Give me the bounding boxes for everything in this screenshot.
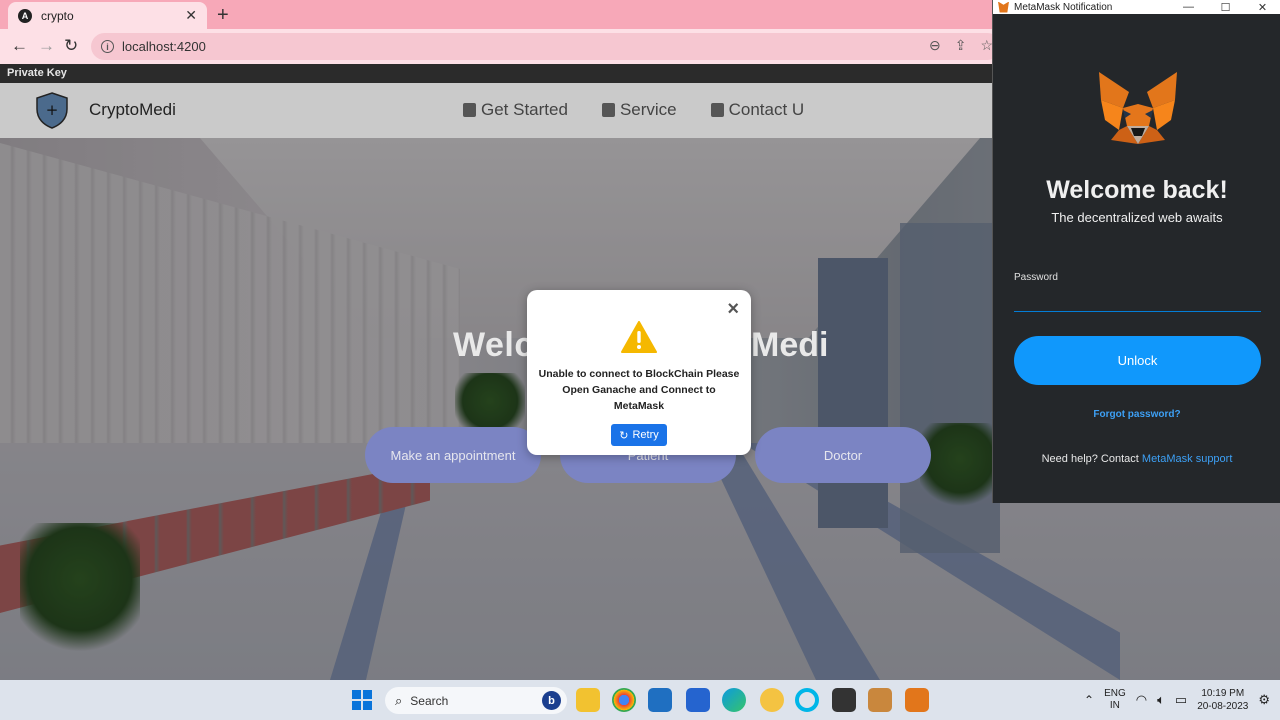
search-icon: ⌕ xyxy=(395,692,403,708)
close-tab-icon[interactable]: ✕ xyxy=(185,7,197,24)
nav-label: Get Started xyxy=(481,100,568,119)
language-indicator[interactable]: ENG IN xyxy=(1104,688,1126,712)
metamask-titlebar: MetaMask Notification — ☐ ✕ xyxy=(993,0,1280,14)
minimize-icon[interactable]: — xyxy=(1170,1,1207,13)
taskbar: ⌕ Search b ⌃ ENG IN ◠ 🔈︎ ▭ 10:19 PM 20-0… xyxy=(0,680,1280,720)
time: 10:19 PM xyxy=(1201,688,1245,699)
password-label: Password xyxy=(1014,272,1058,283)
retry-label: Retry xyxy=(632,429,659,441)
nav-contact[interactable]: Contact U xyxy=(710,100,805,120)
metamask-taskbar-icon[interactable] xyxy=(905,688,929,712)
maximize-icon[interactable]: ☐ xyxy=(1207,1,1244,14)
file-explorer-icon[interactable] xyxy=(576,688,600,712)
welcome-subtitle: The decentralized web awaits xyxy=(1051,210,1223,225)
python-icon[interactable] xyxy=(760,688,784,712)
site-info-icon[interactable]: i xyxy=(101,40,114,53)
vscode-icon[interactable] xyxy=(648,688,672,712)
briefcase-icon xyxy=(601,103,615,117)
back-icon[interactable]: ← xyxy=(11,36,28,56)
nav-label: Service xyxy=(619,100,677,119)
forward-icon[interactable]: → xyxy=(38,36,55,56)
windows-start-icon[interactable] xyxy=(352,690,372,710)
help-label: Need help? Contact xyxy=(1041,453,1139,465)
site-nav: Get Started Service Contact U xyxy=(463,100,804,120)
brand-name[interactable]: CryptoMedi xyxy=(89,100,176,120)
contact-card-icon xyxy=(463,103,476,117)
help-text: Need help? Contact MetaMask support xyxy=(993,453,1280,465)
alexa-icon[interactable] xyxy=(795,688,819,712)
metamask-window: MetaMask Notification — ☐ ✕ Welcome back… xyxy=(992,0,1280,503)
browser-tab[interactable]: A crypto ✕ xyxy=(8,2,207,29)
url-text: localhost:4200 xyxy=(122,39,206,54)
bing-icon[interactable]: b xyxy=(542,691,561,710)
ganache-icon[interactable] xyxy=(868,688,892,712)
password-field[interactable] xyxy=(1014,288,1261,312)
metamask-support-link[interactable]: MetaMask support xyxy=(1142,453,1232,465)
nav-service[interactable]: Service xyxy=(601,100,677,120)
bookmark-private-key[interactable]: Private Key xyxy=(7,67,67,79)
share-icon[interactable]: ⇪ xyxy=(955,37,967,54)
address-bar[interactable]: i localhost:4200 ⊖ ⇪ ☆ xyxy=(91,33,1001,60)
contact-card-icon xyxy=(710,103,724,117)
retry-button[interactable]: ↻ Retry xyxy=(611,424,667,446)
close-icon[interactable]: × xyxy=(727,298,739,321)
nav-get-started[interactable]: Get Started xyxy=(463,100,568,120)
hero-title-right: Medi xyxy=(751,326,829,364)
volume-icon[interactable]: 🔈︎ xyxy=(1157,692,1165,708)
edge-icon[interactable] xyxy=(722,688,746,712)
wifi-icon[interactable]: ◠ xyxy=(1136,692,1147,708)
notification-icon[interactable]: ⚙ xyxy=(1258,692,1270,708)
window-title: MetaMask Notification xyxy=(1014,1,1113,13)
taskbar-search[interactable]: ⌕ Search b xyxy=(385,687,567,714)
make-appointment-button[interactable]: Make an appointment xyxy=(365,427,541,483)
new-tab-icon[interactable]: + xyxy=(217,4,229,27)
hero-title-left: Welc xyxy=(453,326,534,364)
date: 20-08-2023 xyxy=(1197,701,1249,712)
tab-title: crypto xyxy=(41,8,74,23)
metamask-fox-icon xyxy=(998,1,1009,13)
battery-icon[interactable]: ▭ xyxy=(1175,692,1187,708)
unlock-button[interactable]: Unlock xyxy=(1014,336,1261,385)
welcome-heading: Welcome back! xyxy=(1046,176,1228,204)
close-window-icon[interactable]: ✕ xyxy=(1244,1,1280,14)
chrome-icon[interactable] xyxy=(612,688,636,712)
clock[interactable]: 10:19 PM 20-08-2023 xyxy=(1197,687,1248,713)
shield-logo-icon[interactable]: + xyxy=(35,92,69,129)
svg-text:+: + xyxy=(46,101,59,119)
system-tray: ⌃ ENG IN ◠ 🔈︎ ▭ 10:19 PM 20-08-2023 ⚙ xyxy=(1084,680,1280,720)
forgot-password-link[interactable]: Forgot password? xyxy=(993,409,1280,420)
warning-icon xyxy=(621,321,657,353)
nav-label: Contact U xyxy=(728,100,805,119)
lang-top: ENG xyxy=(1104,688,1126,699)
chevron-up-icon[interactable]: ⌃ xyxy=(1084,693,1094,707)
terminal-icon[interactable] xyxy=(832,688,856,712)
search-label: Search xyxy=(410,693,449,708)
doctor-button[interactable]: Doctor xyxy=(755,427,931,483)
todo-icon[interactable] xyxy=(686,688,710,712)
zoom-icon[interactable]: ⊖ xyxy=(929,37,941,54)
lang-bottom: IN xyxy=(1109,700,1120,711)
metamask-fox-icon xyxy=(1099,72,1177,144)
error-dialog: × Unable to connect to BlockChain Please… xyxy=(527,290,751,455)
refresh-icon: ↻ xyxy=(619,429,629,442)
angular-icon: A xyxy=(18,8,32,23)
reload-icon[interactable]: ↻ xyxy=(64,36,78,56)
error-message: Unable to connect to BlockChain Please O… xyxy=(538,368,740,412)
